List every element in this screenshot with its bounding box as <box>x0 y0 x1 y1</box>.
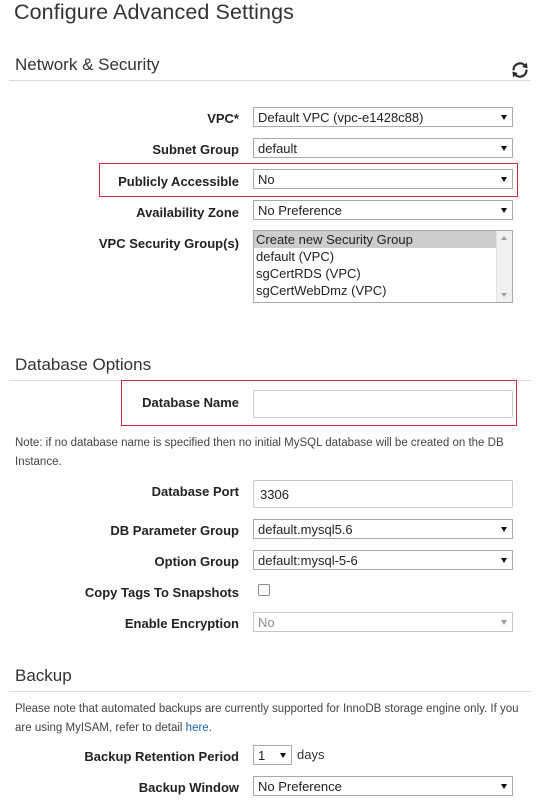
section-divider <box>9 80 531 81</box>
listbox-scrollbar[interactable] <box>496 231 512 302</box>
scroll-up-icon <box>501 236 507 240</box>
chevron-down-icon <box>501 558 507 563</box>
copy-tags-label: Copy Tags To Snapshots <box>84 585 239 600</box>
subnet-group-label: Subnet Group <box>152 142 239 157</box>
security-group-option[interactable]: sgCertWebDmz (VPC) <box>254 282 512 299</box>
chevron-down-icon <box>501 115 507 120</box>
backup-window-label: Backup Window <box>138 780 239 795</box>
scroll-down-icon <box>501 293 507 297</box>
db-parameter-group-select[interactable]: default.mysql5.6 <box>253 519 513 539</box>
vpc-security-groups-listbox[interactable]: Create new Security Group default (VPC) … <box>253 230 513 303</box>
publicly-accessible-select-value: No <box>258 172 275 187</box>
copy-tags-checkbox[interactable] <box>258 584 270 596</box>
enable-encryption-label: Enable Encryption <box>124 616 239 631</box>
database-name-label: Database Name <box>142 395 239 410</box>
option-group-label: Option Group <box>154 554 239 569</box>
section-title-database-options: Database Options <box>15 355 152 374</box>
db-parameter-group-select-value: default.mysql5.6 <box>258 522 353 537</box>
database-port-label: Database Port <box>151 484 239 499</box>
backup-retention-unit: days <box>297 747 325 762</box>
enable-encryption-select[interactable]: No <box>253 612 513 632</box>
option-group-select-value: default:mysql-5-6 <box>258 553 358 568</box>
database-name-note: Note: if no database name is specified t… <box>15 437 504 468</box>
database-port-input[interactable]: 3306 <box>253 480 513 508</box>
security-group-option[interactable]: Create new Security Group <box>254 231 512 248</box>
backup-retention-label: Backup Retention Period <box>84 749 239 764</box>
chevron-down-icon <box>501 146 507 151</box>
chevron-down-icon <box>280 753 286 758</box>
backup-window-select[interactable]: No Preference <box>253 776 513 796</box>
backup-note-text: Please note that automated backups are c… <box>15 703 519 734</box>
availability-zone-label: Availability Zone <box>136 205 239 220</box>
section-title-network-security: Network & Security <box>15 55 160 74</box>
subnet-group-select[interactable]: default <box>253 138 513 158</box>
backup-note-end: . <box>208 722 212 734</box>
chevron-down-icon <box>501 527 507 532</box>
vpc-select[interactable]: Default VPC (vpc-e1428c88) <box>253 107 513 127</box>
availability-zone-select[interactable]: No Preference <box>253 200 513 220</box>
publicly-accessible-label: Publicly Accessible <box>118 174 239 189</box>
security-group-option[interactable]: sgCertRDS (VPC) <box>254 265 512 282</box>
enable-encryption-select-value: No <box>258 615 275 630</box>
vpc-select-value: Default VPC (vpc-e1428c88) <box>258 110 424 125</box>
subnet-group-select-value: default <box>258 141 298 156</box>
chevron-down-icon <box>501 784 507 789</box>
backup-detail-link[interactable]: here <box>186 722 209 734</box>
database-name-input[interactable] <box>253 390 513 418</box>
availability-zone-select-value: No Preference <box>258 203 342 218</box>
backup-retention-select[interactable]: 1 <box>253 745 292 765</box>
refresh-icon[interactable] <box>509 59 531 81</box>
db-parameter-group-label: DB Parameter Group <box>110 523 239 538</box>
security-group-option[interactable]: default (VPC) <box>254 248 512 265</box>
chevron-down-icon <box>501 620 507 625</box>
section-divider <box>9 691 531 692</box>
option-group-select[interactable]: default:mysql-5-6 <box>253 550 513 570</box>
chevron-down-icon <box>501 208 507 213</box>
publicly-accessible-select[interactable]: No <box>253 169 513 189</box>
section-title-backup: Backup <box>15 666 72 685</box>
backup-retention-select-value: 1 <box>258 748 266 763</box>
vpc-security-groups-label: VPC Security Group(s) <box>98 236 239 251</box>
page-title: Configure Advanced Settings <box>14 0 294 24</box>
backup-window-select-value: No Preference <box>258 779 342 794</box>
vpc-label: VPC* <box>207 111 239 126</box>
chevron-down-icon <box>501 177 507 182</box>
backup-note: Please note that automated backups are c… <box>15 700 527 738</box>
